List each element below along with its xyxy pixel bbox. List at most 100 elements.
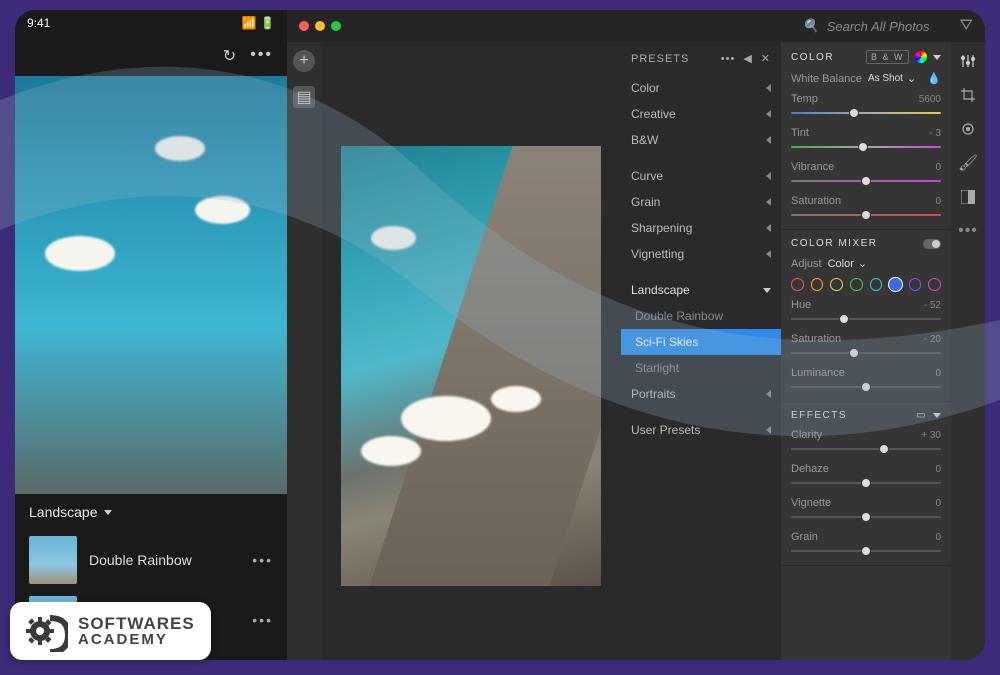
more-icon[interactable]: ••• bbox=[252, 612, 273, 628]
preset-item[interactable]: Starlight bbox=[621, 355, 781, 381]
chevron-down-icon[interactable]: ⌄ bbox=[858, 257, 867, 270]
slider-label: Tint bbox=[791, 127, 809, 139]
color-swatch[interactable] bbox=[850, 278, 863, 291]
window-controls[interactable] bbox=[299, 21, 341, 31]
chevron-down-icon bbox=[104, 510, 112, 515]
preset-group[interactable]: Curve bbox=[621, 163, 781, 189]
adjust-label: Adjust bbox=[791, 258, 822, 270]
slider-label: Vibrance bbox=[791, 161, 834, 173]
chevron-down-icon[interactable] bbox=[933, 55, 941, 60]
adjustments-panel: COLOR B & W White Balance As Shot ⌄ 💧 bbox=[781, 42, 951, 660]
watermark-logo: SOFTWARES ACADEMY bbox=[10, 602, 211, 660]
slider[interactable] bbox=[791, 175, 941, 187]
slider[interactable] bbox=[791, 313, 941, 325]
color-swatch[interactable] bbox=[811, 278, 824, 291]
mixer-toggle[interactable] bbox=[923, 239, 941, 249]
slider-label: Hue bbox=[791, 299, 811, 311]
gradient-icon[interactable] bbox=[959, 188, 977, 206]
close-icon[interactable]: ✕ bbox=[761, 52, 771, 65]
color-swatch[interactable] bbox=[791, 278, 804, 291]
preset-item[interactable]: Double Rainbow bbox=[621, 303, 781, 329]
color-section-title: COLOR bbox=[791, 52, 834, 63]
preset-item[interactable]: Sci-Fi Skies bbox=[621, 329, 781, 355]
chevron-left-icon bbox=[766, 84, 771, 92]
tool-rail: 🖌 ••• bbox=[951, 42, 985, 660]
preset-group[interactable]: Sharpening bbox=[621, 215, 781, 241]
chevron-left-icon bbox=[766, 250, 771, 258]
preset-group[interactable]: Color bbox=[621, 75, 781, 101]
slider[interactable] bbox=[791, 381, 941, 393]
chevron-left-icon bbox=[766, 426, 771, 434]
mobile-preset-item[interactable]: Double Rainbow ••• bbox=[15, 530, 287, 590]
chevron-down-icon bbox=[763, 288, 771, 293]
color-swatch[interactable] bbox=[889, 278, 902, 291]
chevron-down-icon[interactable]: ⌄ bbox=[907, 72, 916, 85]
color-swatch[interactable] bbox=[830, 278, 843, 291]
slider[interactable] bbox=[791, 477, 941, 489]
colorwheel-icon[interactable] bbox=[915, 51, 927, 63]
slider[interactable] bbox=[791, 545, 941, 557]
mobile-panel: 9:41 📶 🔋 ↻ ••• Landscape Double Rainbow … bbox=[15, 10, 287, 660]
slider[interactable] bbox=[791, 511, 941, 523]
main-photo[interactable] bbox=[341, 146, 601, 586]
wb-value[interactable]: As Shot bbox=[868, 73, 903, 84]
slider-label: Dehaze bbox=[791, 463, 829, 475]
filter-icon[interactable]: ⛛ bbox=[960, 17, 973, 35]
wb-label: White Balance bbox=[791, 73, 862, 85]
bw-toggle[interactable]: B & W bbox=[866, 50, 909, 64]
preset-group[interactable]: Grain bbox=[621, 189, 781, 215]
slider-value: - 52 bbox=[924, 300, 941, 311]
preset-group-portraits[interactable]: Portraits bbox=[621, 381, 781, 407]
slider[interactable] bbox=[791, 347, 941, 359]
chevron-left-icon bbox=[766, 198, 771, 206]
mobile-category-label[interactable]: Landscape bbox=[29, 504, 98, 520]
logo-line1: SOFTWARES bbox=[78, 615, 195, 632]
preset-group[interactable]: B&W bbox=[621, 127, 781, 153]
slider[interactable] bbox=[791, 443, 941, 455]
preset-group[interactable]: Creative bbox=[621, 101, 781, 127]
effects-title: EFFECTS bbox=[791, 410, 847, 421]
slider-label: Saturation bbox=[791, 333, 841, 345]
more-icon[interactable]: ••• bbox=[721, 53, 736, 65]
preset-group-landscape[interactable]: Landscape bbox=[621, 277, 781, 303]
slider-label: Grain bbox=[791, 531, 818, 543]
canvas[interactable] bbox=[321, 42, 621, 660]
search-input[interactable]: Search All Photos bbox=[827, 19, 930, 34]
color-swatch[interactable] bbox=[909, 278, 922, 291]
color-swatch[interactable] bbox=[870, 278, 883, 291]
slider[interactable] bbox=[791, 209, 941, 221]
redo-icon[interactable]: ↻ bbox=[223, 46, 236, 66]
add-button[interactable]: + bbox=[293, 50, 315, 72]
chevron-left-icon bbox=[766, 390, 771, 398]
brush-icon[interactable]: 🖌 bbox=[959, 154, 977, 172]
chevron-left-icon bbox=[766, 136, 771, 144]
preset-label: Double Rainbow bbox=[89, 552, 192, 568]
color-swatch[interactable] bbox=[928, 278, 941, 291]
crop-icon[interactable] bbox=[959, 86, 977, 104]
slider[interactable] bbox=[791, 141, 941, 153]
adjust-value[interactable]: Color bbox=[828, 258, 854, 270]
search-icon[interactable]: 🔍 bbox=[803, 18, 819, 34]
slider-value: 5600 bbox=[919, 94, 941, 105]
heal-icon[interactable] bbox=[959, 120, 977, 138]
eyedropper-icon[interactable]: 💧 bbox=[927, 72, 941, 85]
slider[interactable] bbox=[791, 107, 941, 119]
slider-value: 0 bbox=[935, 368, 941, 379]
effects-menu-icon[interactable]: ▭ bbox=[916, 410, 927, 421]
chevron-down-icon[interactable] bbox=[933, 413, 941, 418]
collection-icon[interactable]: ▤ bbox=[293, 86, 315, 108]
mobile-image-preview[interactable] bbox=[15, 76, 287, 494]
preset-group[interactable]: Vignetting bbox=[621, 241, 781, 267]
preset-group-user[interactable]: User Presets bbox=[621, 417, 781, 443]
slider-value: 0 bbox=[935, 464, 941, 475]
slider-value: 0 bbox=[935, 162, 941, 173]
mixer-title: COLOR MIXER bbox=[791, 238, 878, 249]
slider-value: 0 bbox=[935, 532, 941, 543]
status-time: 9:41 bbox=[27, 16, 50, 30]
sliders-icon[interactable] bbox=[959, 52, 977, 70]
chevron-left-icon bbox=[766, 224, 771, 232]
more-icon[interactable]: ••• bbox=[252, 552, 273, 568]
more-icon[interactable]: ••• bbox=[959, 222, 977, 240]
back-icon[interactable]: ◀ bbox=[743, 52, 752, 65]
more-icon[interactable]: ••• bbox=[250, 46, 273, 66]
